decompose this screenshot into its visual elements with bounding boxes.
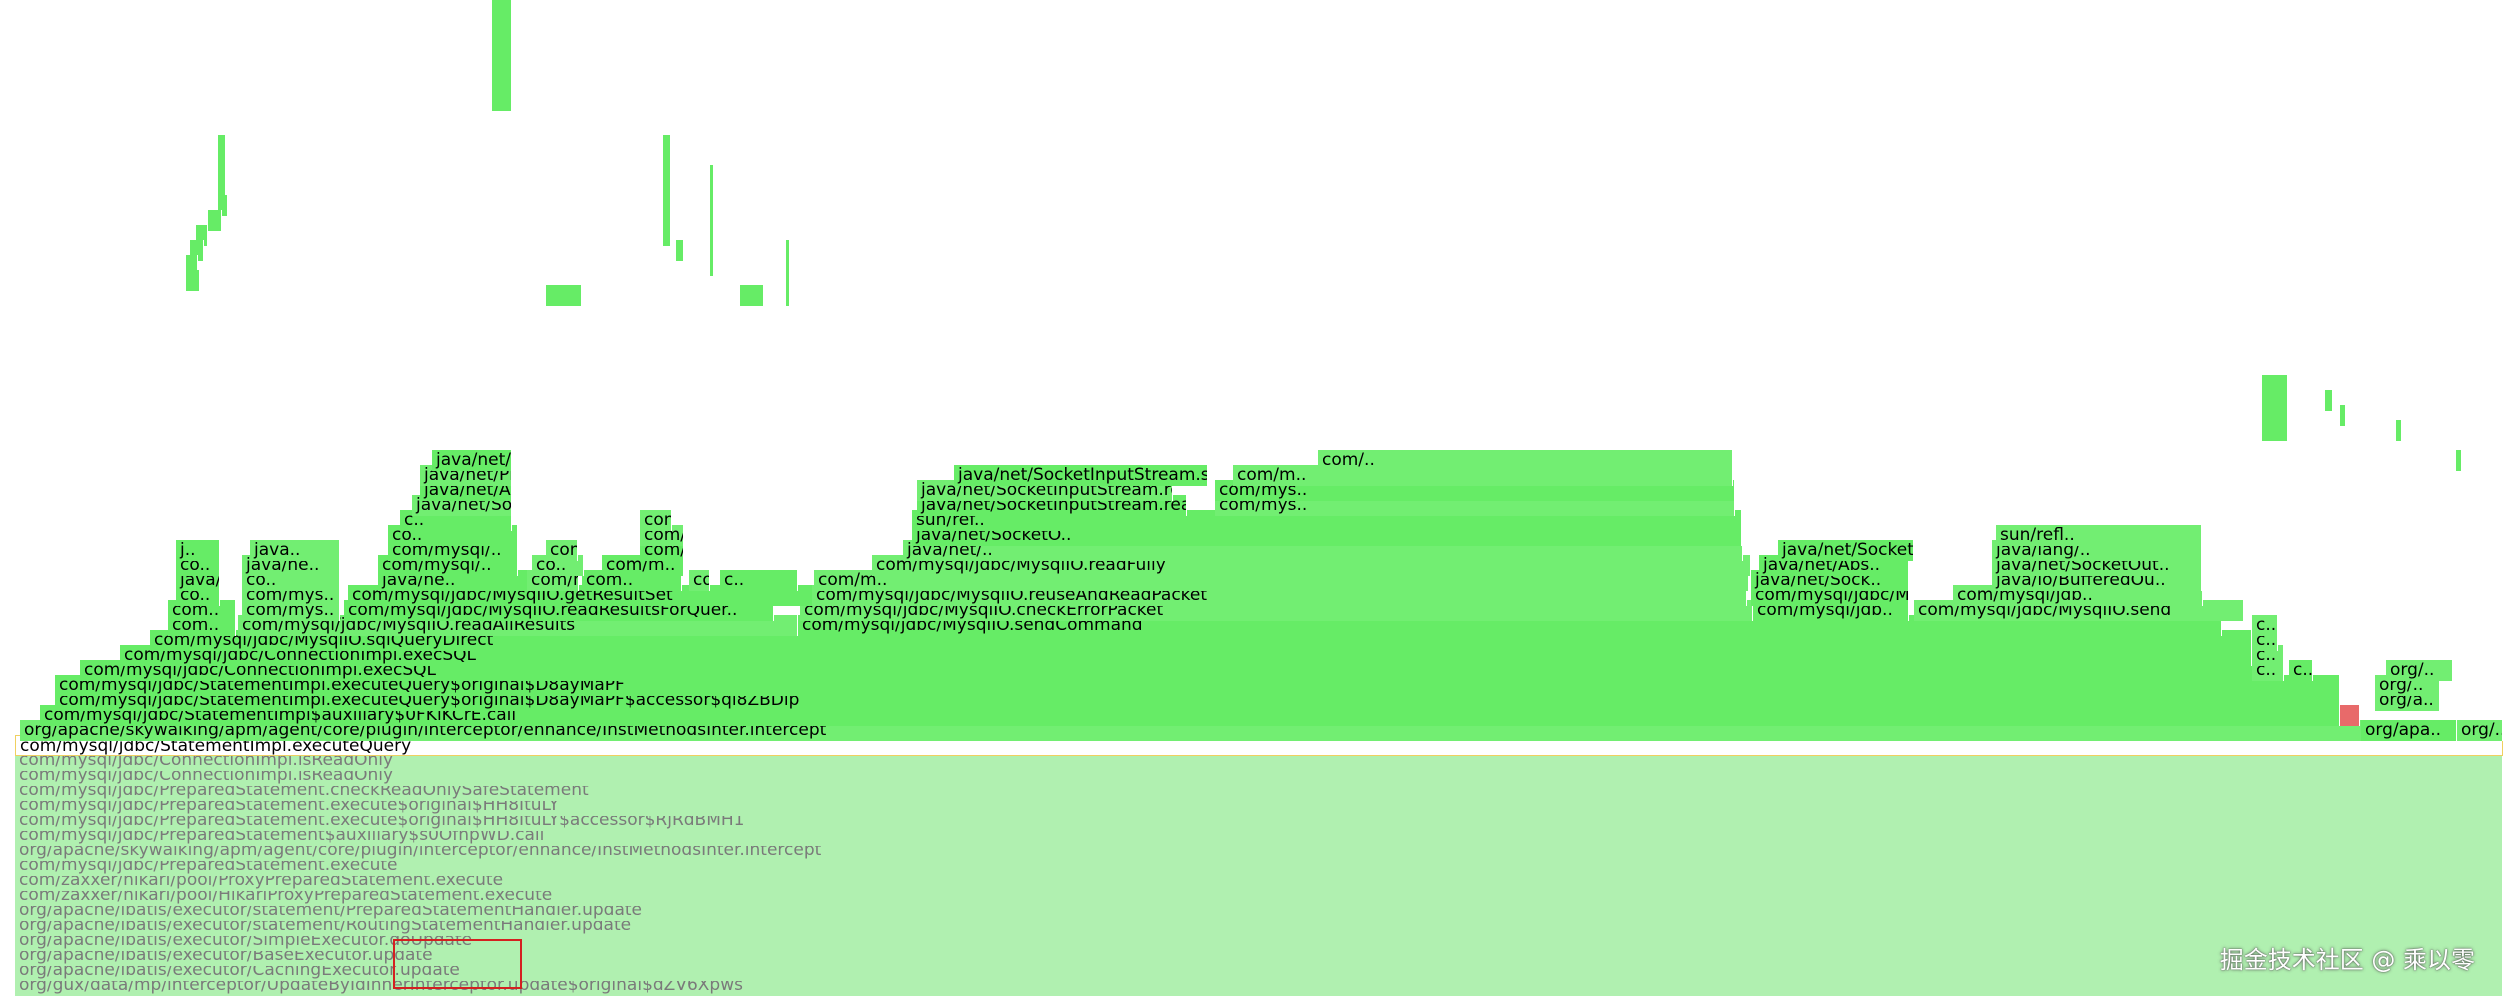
- stack-frame[interactable]: [492, 90, 512, 111]
- stack-frame[interactable]: java/net/SocketOut..: [1778, 540, 1914, 561]
- stack-frame-label: java/net/SocketInputStream.socketRead: [958, 465, 1207, 485]
- stack-frame-label: com/..: [550, 540, 577, 560]
- stack-frame-label: org/apa..: [2365, 720, 2442, 740]
- stack-frame[interactable]: com/..: [546, 540, 578, 561]
- stack-frame[interactable]: [2262, 420, 2288, 441]
- stack-frame[interactable]: com/..: [1318, 450, 1733, 471]
- watermark: 掘金技术社区 @ 乘以零: [2219, 946, 2475, 974]
- stack-frame[interactable]: org/..: [2386, 660, 2453, 681]
- stack-frame[interactable]: [2340, 705, 2360, 726]
- stack-frame[interactable]: com/mys..: [689, 570, 710, 591]
- stack-frame[interactable]: com/mysql/jdbc/util/ReadAheadInputStream…: [640, 510, 672, 531]
- stack-frame[interactable]: java/net/SocketInputStream.socketRead0: [432, 450, 512, 471]
- stack-frame[interactable]: [2396, 420, 2402, 441]
- stack-frame-label: c..: [2293, 660, 2313, 680]
- stack-frame-label: java/net/SocketOut..: [1782, 540, 1914, 560]
- stack-frame-label: java..: [254, 540, 301, 560]
- stack-frame[interactable]: c..: [2252, 615, 2278, 636]
- stack-frame-label: java/net/SocketInputStream.socketRead0: [436, 450, 511, 470]
- stack-frame[interactable]: j..: [176, 540, 220, 561]
- stack-frame[interactable]: org/..: [2457, 720, 2503, 741]
- stack-frame[interactable]: [663, 225, 671, 246]
- stack-frame[interactable]: [2340, 405, 2346, 426]
- stack-frame[interactable]: [546, 285, 582, 306]
- stack-frame[interactable]: [710, 165, 714, 186]
- stack-frame-label: c..: [2256, 615, 2277, 635]
- stack-frame[interactable]: [786, 240, 790, 261]
- stack-frame[interactable]: [186, 270, 200, 291]
- stack-frame-label: c..: [724, 570, 745, 590]
- stack-frame-label: org/..: [2390, 660, 2435, 680]
- stack-frame[interactable]: [208, 210, 222, 231]
- stack-frame[interactable]: [2456, 450, 2462, 471]
- stack-frame[interactable]: c..: [720, 570, 798, 591]
- stack-frame-label: sun/refl..: [2000, 525, 2075, 545]
- stack-frame-label: com/..: [1322, 450, 1375, 470]
- stack-frame[interactable]: c..: [2289, 660, 2313, 681]
- stack-frame[interactable]: [740, 285, 764, 306]
- flame-graph: org/gux/data/mp/interceptor/UpdateByIdIn…: [0, 0, 2503, 998]
- stack-frame[interactable]: sun/refl..: [1996, 525, 2202, 546]
- stack-frame-label: org/..: [2461, 720, 2503, 740]
- stack-frame-label: com/mys..: [693, 570, 709, 590]
- stack-frame[interactable]: [676, 240, 684, 261]
- stack-frame[interactable]: java/net/SocketInputStream.socketRead: [954, 465, 1208, 486]
- stack-frame-label: com/mysql/jdbc/util/ReadAheadInputStream…: [644, 510, 671, 530]
- stack-frame[interactable]: java..: [250, 540, 340, 561]
- stack-frame-label: j..: [180, 540, 196, 560]
- stack-frame[interactable]: [2325, 390, 2333, 411]
- stack-frame[interactable]: org/apa..: [2361, 720, 2457, 741]
